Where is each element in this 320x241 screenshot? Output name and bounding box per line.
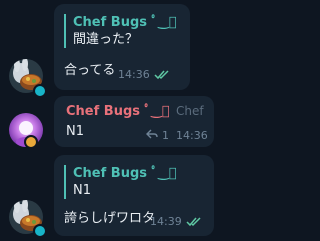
reply-arrow-icon[interactable] (146, 129, 158, 142)
message-meta: 14:39 (150, 215, 203, 228)
message-bubble[interactable]: Chef Bugs ﾟ‿ﾟ 間違った？ 合ってる 14:36 (54, 4, 190, 90)
reply-quote[interactable]: Chef Bugs ﾟ‿ﾟ 間違った？ (64, 14, 177, 48)
message-meta: 1 14:36 (146, 129, 208, 142)
sender-name[interactable]: Chef Bugs ﾟ‿ﾟ (66, 103, 170, 120)
reply-count[interactable]: 1 (162, 129, 169, 142)
online-status-icon (33, 84, 47, 98)
quote-sender-name: Chef Bugs ﾟ‿ﾟ (73, 15, 177, 30)
sender-role-badge: Chef (176, 104, 204, 118)
message-time: 14:36 (118, 68, 150, 81)
message-text: 合ってる (64, 63, 116, 78)
message-bubble[interactable]: Chef Bugs ﾟ‿ﾟ N1 誇らしげワロタ 14:39 (54, 155, 214, 236)
message-bubble[interactable]: Chef Bugs ﾟ‿ﾟ Chef N1 1 14:36 (54, 96, 214, 147)
quote-text: 間違った？ (73, 32, 139, 47)
message-meta: 14:36 (118, 68, 171, 81)
double-check-icon (186, 216, 201, 226)
message-text: 誇らしげワロタ (64, 211, 156, 226)
message-text: N1 (66, 124, 84, 139)
chat-message-list: Chef Bugs ﾟ‿ﾟ 間違った？ 合ってる 14:36 Chef Bugs… (0, 0, 245, 241)
message-time: 14:39 (150, 215, 182, 228)
online-status-icon (24, 135, 38, 149)
double-check-icon (154, 69, 169, 79)
online-status-icon (33, 224, 47, 238)
reply-quote[interactable]: Chef Bugs ﾟ‿ﾟ N1 (64, 165, 177, 199)
message-time: 14:36 (176, 129, 208, 142)
quote-text: N1 (73, 183, 91, 198)
quote-sender-name: Chef Bugs ﾟ‿ﾟ (73, 166, 177, 181)
